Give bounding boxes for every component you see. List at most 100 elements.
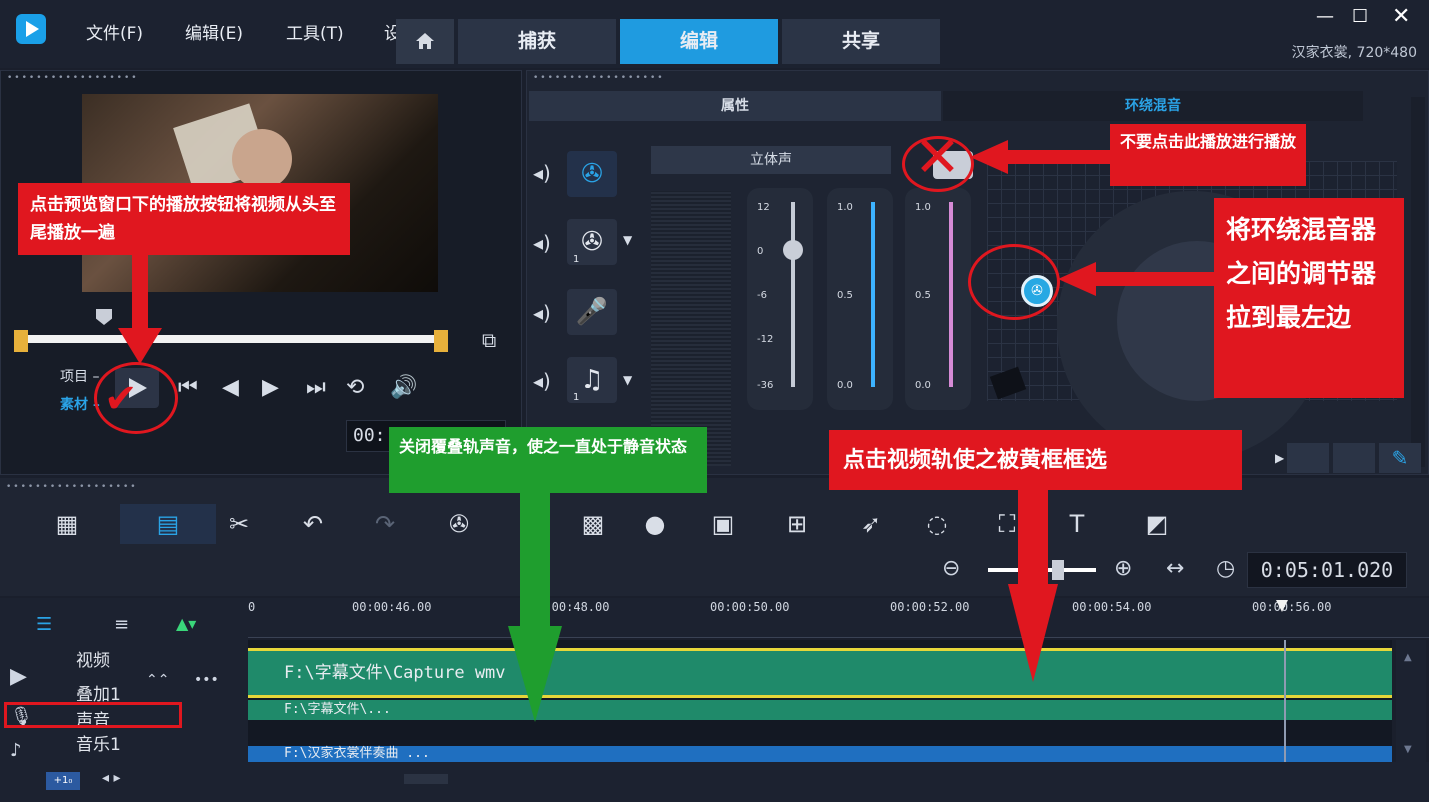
arrow-head — [508, 626, 562, 722]
trim-start-handle[interactable] — [14, 330, 28, 352]
overlay-track-mix-button[interactable]: ✇ 1 — [567, 219, 617, 265]
menu-edit[interactable]: 编辑(E) — [185, 19, 243, 44]
video-track-mix-button[interactable]: ✇ — [567, 151, 617, 197]
menu-file[interactable]: 文件(F) — [86, 19, 143, 44]
ruler-tick: 0 — [248, 600, 256, 614]
view-mode-2-icon[interactable] — [1333, 443, 1375, 473]
track-options-icon[interactable]: ⌃⌃ — [146, 672, 169, 688]
vol-scale-12: 12 — [757, 202, 770, 213]
arrow-shaft — [1094, 272, 1214, 286]
clock-icon[interactable]: ◷ — [1216, 556, 1235, 581]
volume-icon[interactable]: 🔊 — [390, 375, 417, 400]
home-tab[interactable] — [396, 19, 454, 64]
tab-properties[interactable]: 属性 — [529, 91, 941, 121]
multi-camera-icon[interactable]: ⊞ — [774, 504, 820, 544]
time-remapping-icon[interactable]: ➶ — [848, 504, 894, 544]
timeline-toolbar: •••••••••••••••••• ▦ ▤ ✂ ↶ ↷ ✇ ♪ ▩ ● ▣ ⊞… — [0, 478, 1429, 562]
add-timeline-badge[interactable]: +1₀ — [46, 772, 80, 790]
record-capture-icon[interactable]: ✇ — [436, 504, 482, 544]
video-clip[interactable]: F:\字幕文件\Capture wmv — [248, 648, 1392, 698]
redo-icon[interactable]: ↷ — [362, 504, 408, 544]
split-screen-icon[interactable]: ◩ — [1134, 504, 1180, 544]
volume-knob[interactable] — [783, 240, 803, 260]
annotation-dont-click: 不要点击此播放进行播放 — [1110, 124, 1306, 186]
music-track-mix-button[interactable]: ♫ 1 — [567, 357, 617, 403]
timeline-ruler[interactable]: 0 00:00:46.00 00:00:48.00 00:00:50.00 00… — [248, 598, 1429, 638]
scroll-left-icon[interactable]: ◂ ▸ — [102, 770, 121, 786]
horizontal-scroll-thumb[interactable] — [404, 774, 448, 784]
front-balance-fader[interactable]: 1.0 0.5 0.0 — [827, 188, 893, 410]
speaker-icon-music[interactable]: ◂) — [533, 369, 551, 393]
tab-share[interactable]: 共享 — [782, 19, 940, 64]
film-reel-icon: ✇ — [581, 159, 603, 189]
stereo-mode-button[interactable]: 立体声 — [651, 146, 891, 174]
maximize-icon[interactable]: ☐ — [1352, 6, 1368, 27]
bal-scale-05: 0.5 — [837, 290, 853, 301]
timeline-tracks[interactable]: F:\字幕文件\Capture wmv F:\字幕文件\... F:\汉家衣裳伴… — [248, 640, 1392, 762]
timeline-bottom-bar: +1₀ ◂ ▸ — [0, 762, 1429, 802]
next-frame-icon[interactable]: ▶ — [262, 375, 279, 400]
music-clip[interactable]: F:\汉家衣裳伴奏曲 ... — [248, 746, 1392, 762]
view-mode-1-icon[interactable] — [1287, 443, 1329, 473]
volume-fader[interactable]: 12 0 -6 -12 -36 — [747, 188, 813, 410]
voice-track-mix-button[interactable]: 🎤 — [567, 289, 617, 335]
tab-capture[interactable]: 捕获 — [458, 19, 616, 64]
track-headers: ☰ ≡ ▲▾ ▶ 视频 叠加1 🎙 声音 音乐1 ♪ ⌃⌃ ••• — [0, 598, 248, 762]
annotation-play-hint: 点击预览窗口下的播放按钮将视频从头至尾播放一遍 — [18, 183, 350, 255]
mixer-grip[interactable]: •••••••••••••••••• — [533, 74, 1428, 83]
scroll-down-icon[interactable]: ▼ — [1404, 744, 1412, 755]
vol-scale-0: 0 — [757, 246, 764, 257]
speaker-icon-overlay[interactable]: ◂) — [533, 231, 551, 255]
add-track-icon[interactable]: ≡ — [114, 614, 129, 635]
go-end-icon[interactable]: ⏭ — [306, 375, 326, 400]
close-icon[interactable]: ✕ — [1392, 4, 1410, 29]
prev-frame-icon[interactable]: ◀ — [222, 375, 239, 400]
auto-music-icon[interactable]: ▩ — [570, 504, 616, 544]
scrub-bar[interactable] — [22, 335, 444, 343]
scroll-up-icon[interactable]: ▲ — [1404, 652, 1412, 663]
ripple-edit-icon[interactable]: ▲▾ — [176, 614, 196, 633]
zoom-in-icon[interactable]: ⊕ — [1114, 556, 1132, 581]
track-more-icon[interactable]: ••• — [194, 672, 219, 688]
subtitle-editor-icon[interactable]: ▣ — [700, 504, 746, 544]
overlay-clip[interactable]: F:\字幕文件\... — [248, 700, 1392, 720]
3d-title-icon[interactable]: T — [1054, 504, 1100, 544]
tab-edit[interactable]: 编辑 — [620, 19, 778, 64]
menu-tools[interactable]: 工具(T) — [286, 19, 344, 44]
ruler-tick: 00:00:50.00 — [710, 600, 790, 614]
mode-clip-label: 素材 — [60, 397, 88, 413]
fit-project-icon[interactable]: ↔ — [1166, 556, 1184, 581]
overlay-dropdown-icon[interactable]: ▼ — [623, 233, 632, 247]
ruler-tick: 00:00:52.00 — [890, 600, 970, 614]
rear-balance-fader[interactable]: 1.0 0.5 0.0 — [905, 188, 971, 410]
voice-track-highlight — [4, 702, 182, 728]
mode-project[interactable]: 项目 – — [60, 366, 99, 386]
speaker-icon-video[interactable]: ◂) — [533, 161, 551, 185]
zoom-slider-handle[interactable] — [1052, 560, 1064, 580]
go-start-icon[interactable]: ⏮ — [178, 375, 198, 400]
mask-creator-icon[interactable]: ◌ — [914, 504, 960, 544]
motion-tracking-icon[interactable]: ● — [632, 504, 678, 544]
tools-icon[interactable]: ✂ — [216, 504, 262, 544]
timeline-vertical-scroll[interactable]: ▲ ▼ — [1396, 640, 1426, 762]
trim-end-handle[interactable] — [434, 330, 448, 352]
panel-grip[interactable]: •••••••••••••••••• — [7, 74, 521, 83]
track-manager-icon[interactable]: ☰ — [36, 614, 52, 635]
surround-knob-highlight — [968, 244, 1060, 320]
storyboard-view-icon[interactable]: ▦ — [44, 504, 90, 544]
minimize-icon[interactable]: — — [1316, 6, 1334, 27]
tab-surround-mix[interactable]: 环绕混音 — [943, 91, 1363, 121]
front-balance-rail — [871, 202, 875, 387]
edit-icon[interactable]: ✎ — [1379, 443, 1421, 473]
speaker-icon-voice[interactable]: ◂) — [533, 301, 551, 325]
project-duration-timecode[interactable]: 0:05:01.020 — [1247, 552, 1407, 588]
enlarge-preview-icon[interactable]: ⧉ — [482, 328, 496, 352]
microphone-icon: 🎤 — [575, 297, 609, 327]
zoom-out-icon[interactable]: ⊖ — [942, 556, 960, 581]
expand-arrow-icon[interactable]: ▶ — [1275, 451, 1284, 465]
repeat-icon[interactable]: ⟲ — [346, 375, 364, 400]
timeline-view-icon[interactable]: ▤ — [120, 504, 216, 544]
undo-icon[interactable]: ↶ — [290, 504, 336, 544]
mixer-scrollbar[interactable] — [1411, 97, 1425, 467]
music-dropdown-icon[interactable]: ▼ — [623, 373, 632, 387]
